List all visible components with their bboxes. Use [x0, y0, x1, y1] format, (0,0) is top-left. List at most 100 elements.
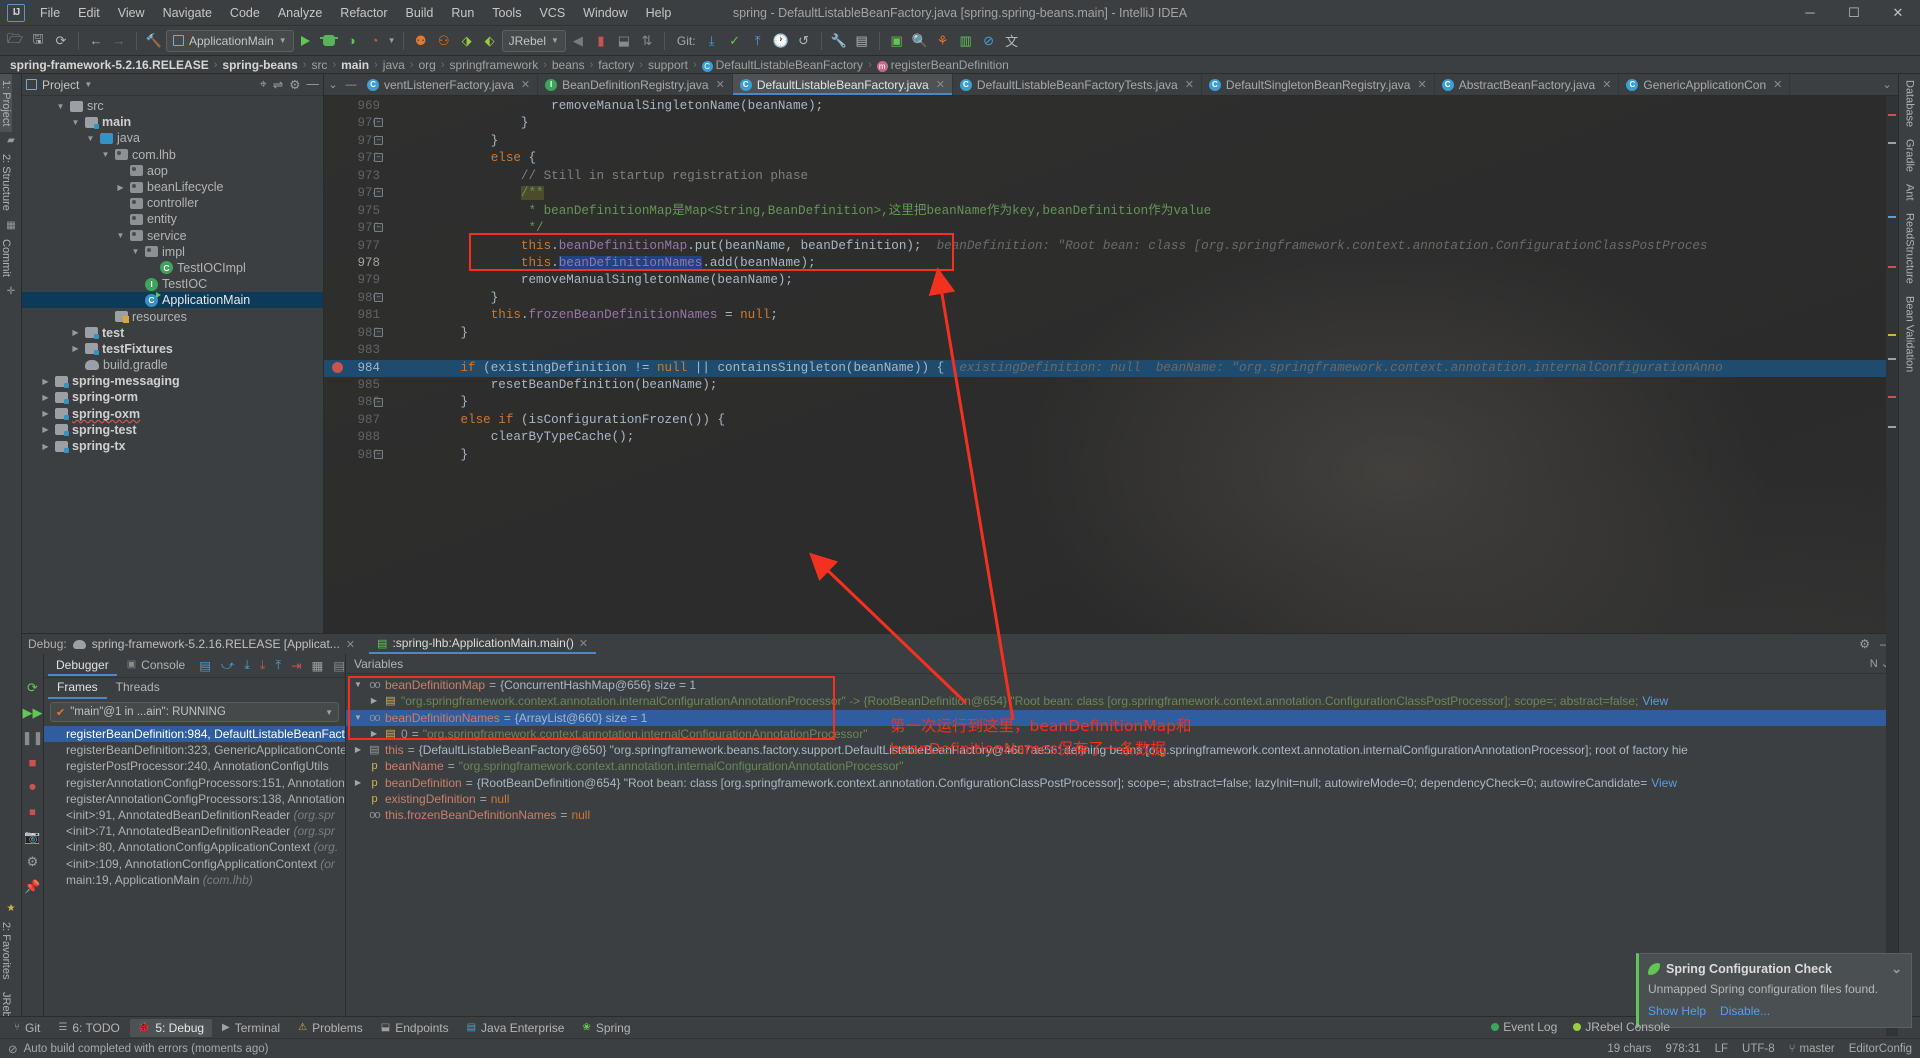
menu-item-window[interactable]: Window — [574, 3, 636, 23]
chevron-right-icon[interactable]: ▶ — [40, 425, 51, 434]
breadcrumb-item[interactable]: org — [414, 58, 439, 72]
tree-node-test[interactable]: ▶test — [22, 325, 323, 341]
jrebel-console-button[interactable]: JRebel Console — [1573, 1020, 1670, 1034]
caret-position[interactable]: 978:31 — [1665, 1043, 1700, 1055]
code-line[interactable]: clearByTypeCache(); — [390, 429, 1886, 446]
run-button[interactable] — [295, 30, 317, 52]
sidebar-item-database[interactable]: Database — [1904, 74, 1916, 133]
breadcrumb-item[interactable]: support — [644, 58, 692, 72]
left-tool-rail[interactable]: 1: Project ▰ 2: Structure ▦ Commit ✛ ★ 2… — [0, 74, 22, 1036]
close-icon[interactable]: ✕ — [936, 78, 945, 91]
change-marker[interactable] — [1888, 426, 1896, 428]
debug-action-rail[interactable]: ⟳ ▶▶ ❚❚ ■ ⏺ ⏹ 📷 ⚙ 📌 — [22, 654, 44, 1016]
tree-node-testiocimpl[interactable]: CTestIOCImpl — [22, 260, 323, 276]
tree-node-controller[interactable]: controller — [22, 195, 323, 211]
frame-row[interactable]: <init>:80, AnnotationConfigApplicationCo… — [44, 839, 345, 855]
settings-icon[interactable]: ⚙ — [27, 854, 39, 870]
fold-toggle[interactable]: – — [374, 118, 383, 127]
breadcrumb-item[interactable]: main — [337, 58, 373, 72]
breadcrumb-item[interactable]: mregisterBeanDefinition — [873, 58, 1013, 72]
editor-tab-4[interactable]: CDefaultSingletonBeanRegistry.java✕ — [1202, 74, 1435, 95]
bean-icon[interactable]: ⚘ — [932, 30, 954, 52]
tree-node-main[interactable]: ▼main — [22, 114, 323, 130]
fold-column[interactable]: ––––––––– — [352, 96, 370, 1036]
error-marker[interactable] — [1888, 396, 1896, 398]
change-marker[interactable] — [1888, 142, 1896, 144]
chevron-right-icon[interactable]: ▶ — [40, 377, 51, 386]
tree-node-beanlifecycle[interactable]: ▶beanLifecycle — [22, 179, 323, 195]
marker-scrollbar[interactable] — [1886, 96, 1898, 1036]
close-icon[interactable]: ✕ — [1773, 78, 1782, 91]
git-revert-icon[interactable]: ↺ — [793, 30, 815, 52]
git-commit-icon[interactable]: ✓ — [724, 30, 746, 52]
chevron-right-icon[interactable]: ▶ — [70, 328, 81, 337]
code-line[interactable]: this.frozenBeanDefinitionNames = null; — [390, 307, 1886, 324]
sidebar-item-project[interactable]: 1: Project — [0, 74, 12, 132]
git-update-icon[interactable]: ⤓ — [701, 30, 723, 52]
frame-row[interactable]: <init>:109, AnnotationConfigApplicationC… — [44, 856, 345, 872]
fold-toggle[interactable]: – — [374, 328, 383, 337]
code-line[interactable]: /** — [390, 185, 1886, 202]
status-right-links[interactable]: Event Log JRebel Console — [1491, 1016, 1670, 1038]
tree-node-testioc[interactable]: ITestIOC — [22, 276, 323, 292]
tab-frames[interactable]: Frames — [48, 677, 107, 699]
menu-item-view[interactable]: View — [109, 3, 154, 23]
step-out-icon[interactable]: ⤒ — [275, 658, 281, 673]
editor-config[interactable]: EditorConfig — [1849, 1043, 1912, 1055]
close-icon[interactable]: ✕ — [521, 78, 530, 91]
frame-row[interactable]: registerBeanDefinition:984, DefaultLista… — [44, 726, 345, 742]
code-line[interactable]: removeManualSingletonName(beanName); — [390, 98, 1886, 115]
hide-icon[interactable]: — — [307, 77, 320, 92]
star-icon[interactable]: ★ — [0, 900, 22, 916]
folder-icon[interactable]: ▰ — [0, 132, 22, 148]
tree-node-com-lhb[interactable]: ▼com.lhb — [22, 147, 323, 163]
step-into-icon[interactable]: ⤓ — [244, 658, 250, 673]
no-entry-icon[interactable]: ⊘ — [978, 30, 1000, 52]
tree-node-spring-tx[interactable]: ▶spring-tx — [22, 438, 323, 454]
menu-item-run[interactable]: Run — [442, 3, 483, 23]
status-bar[interactable]: ⊘ Auto build completed with errors (mome… — [0, 1038, 1920, 1058]
code-text[interactable]: removeManualSingletonName(beanName); } }… — [390, 96, 1886, 1036]
run-configuration-selector[interactable]: ApplicationMain ▼ — [166, 30, 294, 52]
camera-icon[interactable]: 📷 — [24, 829, 40, 845]
editor-tab-5[interactable]: CAbstractBeanFactory.java✕ — [1435, 74, 1620, 95]
main-toolbar[interactable]: 🗁 🖫 ⟳ ← → 🔨 ApplicationMain ▼ ◑ ◔ ▼ ⚉ ⚇ … — [0, 26, 1920, 56]
breakpoint-icon[interactable] — [332, 362, 343, 373]
pause-icon[interactable]: ❚❚ — [22, 730, 44, 746]
console-icon[interactable]: ▣ — [886, 30, 908, 52]
tree-node-entity[interactable]: entity — [22, 211, 323, 227]
tree-node-java[interactable]: ▼java — [22, 130, 323, 146]
right-tool-rail[interactable]: Database Gradle Ant ReadStructure Bean V… — [1898, 74, 1920, 1036]
layout-icon[interactable]: ▤ — [199, 658, 211, 673]
chevron-right-icon[interactable]: ▶ — [40, 393, 51, 402]
expand-collapse-icon[interactable]: ⇌ — [273, 77, 283, 92]
line-separator[interactable]: LF — [1715, 1043, 1728, 1055]
change-marker[interactable] — [1888, 358, 1896, 360]
editor-tab-bar[interactable]: ⌄ — CventListenerFactory.java✕IBeanDefin… — [324, 74, 1898, 96]
tree-node-build-gradle[interactable]: build.gradle — [22, 357, 323, 373]
search-icon[interactable]: 🔍 — [909, 30, 931, 52]
jrebel-extra-icon[interactable]: ⬖ — [479, 30, 501, 52]
chevron-down-icon[interactable]: ▼ — [70, 118, 81, 127]
run-coverage-button[interactable]: ◑ — [341, 30, 363, 52]
code-line[interactable]: } — [390, 394, 1886, 411]
tree-node-spring-test[interactable]: ▶spring-test — [22, 422, 323, 438]
code-line[interactable]: removeManualSingletonName(beanName); — [390, 272, 1886, 289]
tree-node-spring-orm[interactable]: ▶spring-orm — [22, 389, 323, 405]
fold-toggle[interactable]: – — [374, 223, 383, 232]
code-line[interactable]: if (existingDefinition != null || contai… — [390, 360, 1886, 377]
chevron-down-icon[interactable]: ▼ — [85, 134, 96, 143]
tree-node-spring-messaging[interactable]: ▶spring-messaging — [22, 373, 323, 389]
frames-list[interactable]: registerBeanDefinition:984, DefaultLista… — [44, 726, 345, 1016]
fold-toggle[interactable]: – — [374, 153, 383, 162]
editor-tab-1[interactable]: IBeanDefinitionRegistry.java✕ — [538, 74, 733, 95]
jrebel-run-icon[interactable]: ⚉ — [410, 30, 432, 52]
jrebel-selector[interactable]: JRebel ▼ — [502, 30, 566, 52]
menu-item-help[interactable]: Help — [637, 3, 681, 23]
code-line[interactable]: */ — [390, 220, 1886, 237]
menu-item-edit[interactable]: Edit — [69, 3, 109, 23]
close-icon[interactable]: ✕ — [1185, 78, 1194, 91]
menu-item-navigate[interactable]: Navigate — [154, 3, 221, 23]
toolwindow-terminal[interactable]: ▶Terminal — [214, 1019, 288, 1037]
toolwindow-6--todo[interactable]: ☰6: TODO — [50, 1019, 128, 1037]
